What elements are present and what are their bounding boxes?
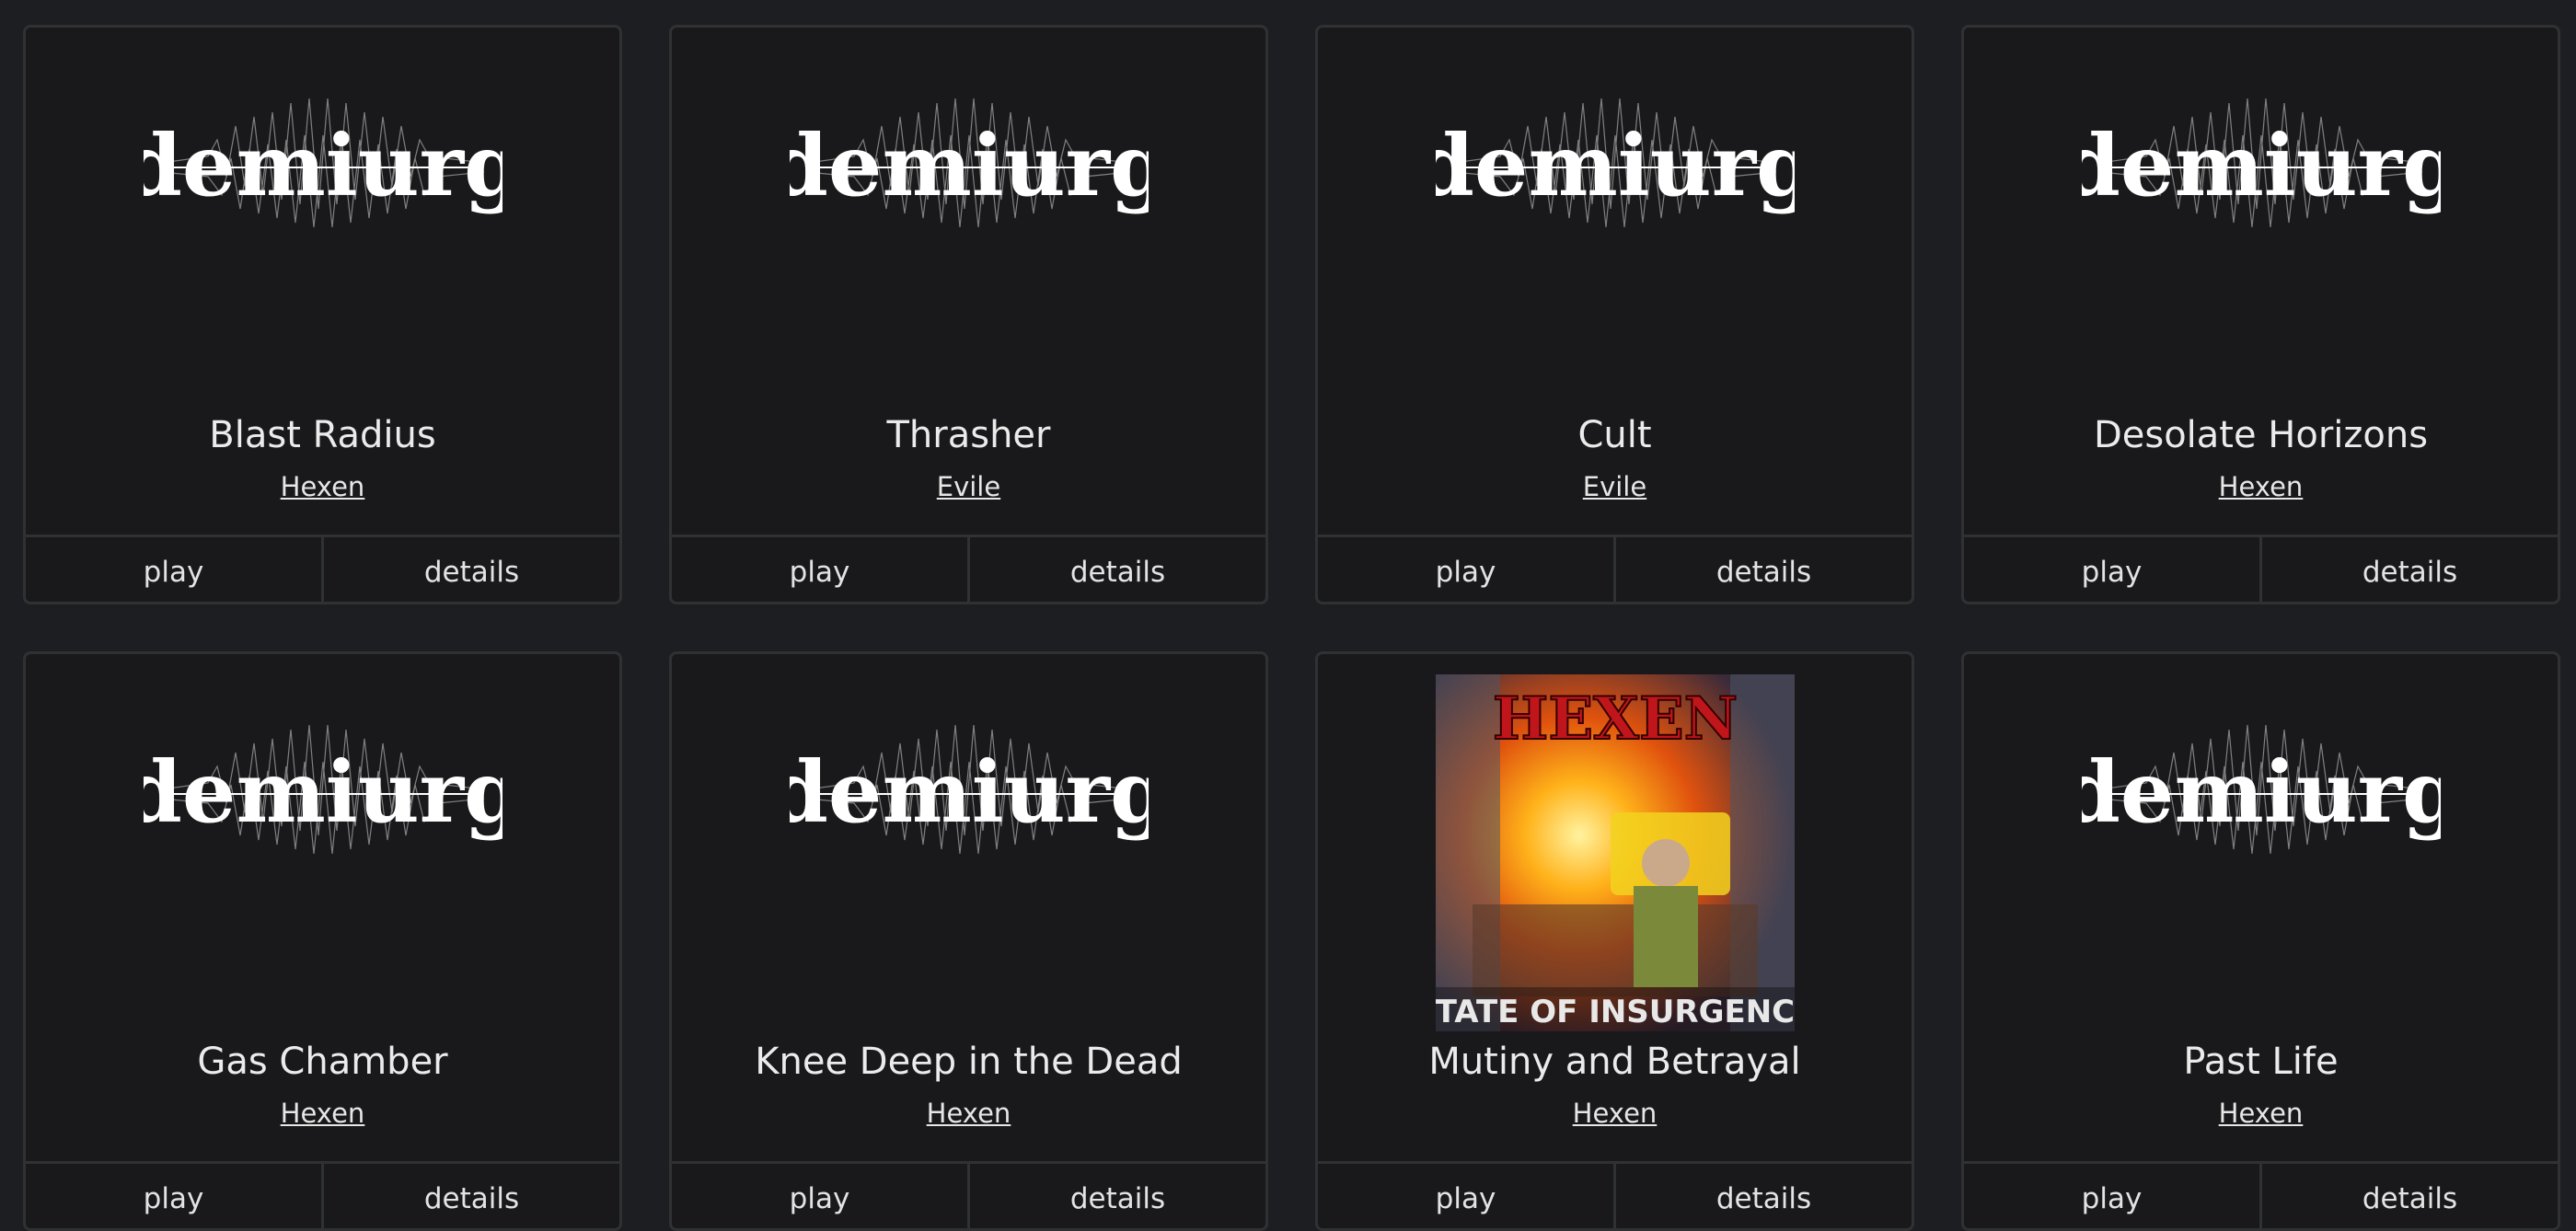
artist-name: Hexen — [26, 470, 619, 503]
demiurg-logo-icon: demiurg — [144, 98, 502, 228]
artist-name: Hexen — [1964, 470, 2558, 503]
artist-link[interactable]: Hexen — [281, 1098, 365, 1129]
album-card: demiurg Thrasher Evile play details — [669, 25, 1268, 604]
play-button[interactable]: play — [1964, 537, 2259, 602]
demiurg-logo-icon: demiurg — [2082, 98, 2441, 228]
album-cover-logo[interactable]: demiurg — [1436, 48, 1795, 405]
artist-link[interactable]: Hexen — [927, 1098, 1011, 1129]
play-button[interactable]: play — [1318, 537, 1613, 602]
album-title: Blast Radius — [209, 414, 436, 456]
artist-name: Hexen — [26, 1097, 619, 1130]
demiurg-logo-icon: demiurg — [1436, 98, 1795, 228]
svg-text:demiurg: demiurg — [2082, 116, 2441, 215]
play-button[interactable]: play — [26, 537, 321, 602]
details-button[interactable]: details — [967, 537, 1265, 602]
artist-name: Hexen — [672, 1097, 1265, 1130]
svg-text:demiurg: demiurg — [144, 742, 502, 842]
demiurg-logo-icon: demiurg — [2082, 724, 2441, 855]
card-actions: play details — [26, 1161, 619, 1228]
album-cover-logo[interactable]: demiurg — [790, 674, 1149, 1031]
album-title: Cult — [1577, 414, 1652, 456]
svg-text:demiurg: demiurg — [790, 742, 1149, 842]
album-title: Knee Deep in the Dead — [755, 1041, 1183, 1083]
play-button[interactable]: play — [1964, 1164, 2259, 1228]
play-button[interactable]: play — [26, 1164, 321, 1228]
artist-link[interactable]: Evile — [1583, 471, 1646, 502]
album-title: Gas Chamber — [197, 1041, 448, 1083]
album-title: Thrasher — [886, 414, 1051, 456]
demiurg-logo-icon: demiurg — [790, 98, 1149, 228]
cover-band-text: HEXEN — [1492, 685, 1737, 754]
play-button[interactable]: play — [1318, 1164, 1613, 1228]
demiurg-logo-icon: demiurg — [144, 724, 502, 855]
artist-name: Evile — [1318, 470, 1912, 503]
artist-link[interactable]: Hexen — [2219, 471, 2304, 502]
artist-link[interactable]: Hexen — [1573, 1098, 1658, 1129]
album-card: demiurg Cult Evile play details — [1315, 25, 1914, 604]
card-actions: play details — [1318, 1161, 1912, 1228]
artist-link[interactable]: Hexen — [2219, 1098, 2304, 1129]
svg-text:demiurg: demiurg — [144, 116, 502, 215]
card-actions: play details — [672, 1161, 1265, 1228]
details-button[interactable]: details — [2259, 537, 2558, 602]
play-button[interactable]: play — [672, 1164, 967, 1228]
details-button[interactable]: details — [1613, 1164, 1912, 1228]
album-title: Past Life — [2183, 1041, 2339, 1083]
card-actions: play details — [1964, 1161, 2558, 1228]
album-art-icon: HEXEN STATE OF INSURGENCY — [1435, 674, 1795, 1031]
album-cover-logo[interactable]: demiurg — [144, 48, 502, 405]
album-cover-logo[interactable]: demiurg — [2082, 48, 2441, 405]
card-actions: play details — [26, 535, 619, 602]
album-cover-logo[interactable]: demiurg — [144, 674, 502, 1031]
details-button[interactable]: details — [967, 1164, 1265, 1228]
album-title: Mutiny and Betrayal — [1428, 1041, 1801, 1083]
artist-link[interactable]: Evile — [937, 471, 1000, 502]
album-cover-logo[interactable]: demiurg — [790, 48, 1149, 405]
svg-text:demiurg: demiurg — [790, 116, 1149, 215]
details-button[interactable]: details — [2259, 1164, 2558, 1228]
artist-name: Hexen — [1318, 1097, 1912, 1130]
svg-text:demiurg: demiurg — [1436, 116, 1795, 215]
album-title: Desolate Horizons — [2093, 414, 2429, 456]
album-card: demiurg Blast Radius Hexen play details — [23, 25, 622, 604]
album-card: HEXEN STATE OF INSURGENCY Mutiny and Bet… — [1315, 651, 1914, 1231]
play-button[interactable]: play — [672, 537, 967, 602]
artist-name: Evile — [672, 470, 1265, 503]
album-grid: demiurg Blast Radius Hexen play details … — [23, 25, 2560, 1231]
album-card: demiurg Desolate Horizons Hexen play det… — [1961, 25, 2560, 604]
album-card: demiurg Gas Chamber Hexen play details — [23, 651, 622, 1231]
cover-caption-text: STATE OF INSURGENCY — [1436, 994, 1795, 1030]
details-button[interactable]: details — [321, 1164, 619, 1228]
artist-link[interactable]: Hexen — [281, 471, 365, 502]
card-actions: play details — [1318, 535, 1912, 602]
artist-name: Hexen — [1964, 1097, 2558, 1130]
album-card: demiurg Knee Deep in the Dead Hexen play… — [669, 651, 1268, 1231]
details-button[interactable]: details — [321, 537, 619, 602]
card-actions: play details — [1964, 535, 2558, 602]
album-cover-logo[interactable]: demiurg — [2082, 674, 2441, 1031]
svg-text:demiurg: demiurg — [2082, 742, 2441, 842]
details-button[interactable]: details — [1613, 537, 1912, 602]
card-actions: play details — [672, 535, 1265, 602]
album-cover-art[interactable]: HEXEN STATE OF INSURGENCY — [1435, 674, 1795, 1031]
demiurg-logo-icon: demiurg — [790, 724, 1149, 855]
album-card: demiurg Past Life Hexen play details — [1961, 651, 2560, 1231]
